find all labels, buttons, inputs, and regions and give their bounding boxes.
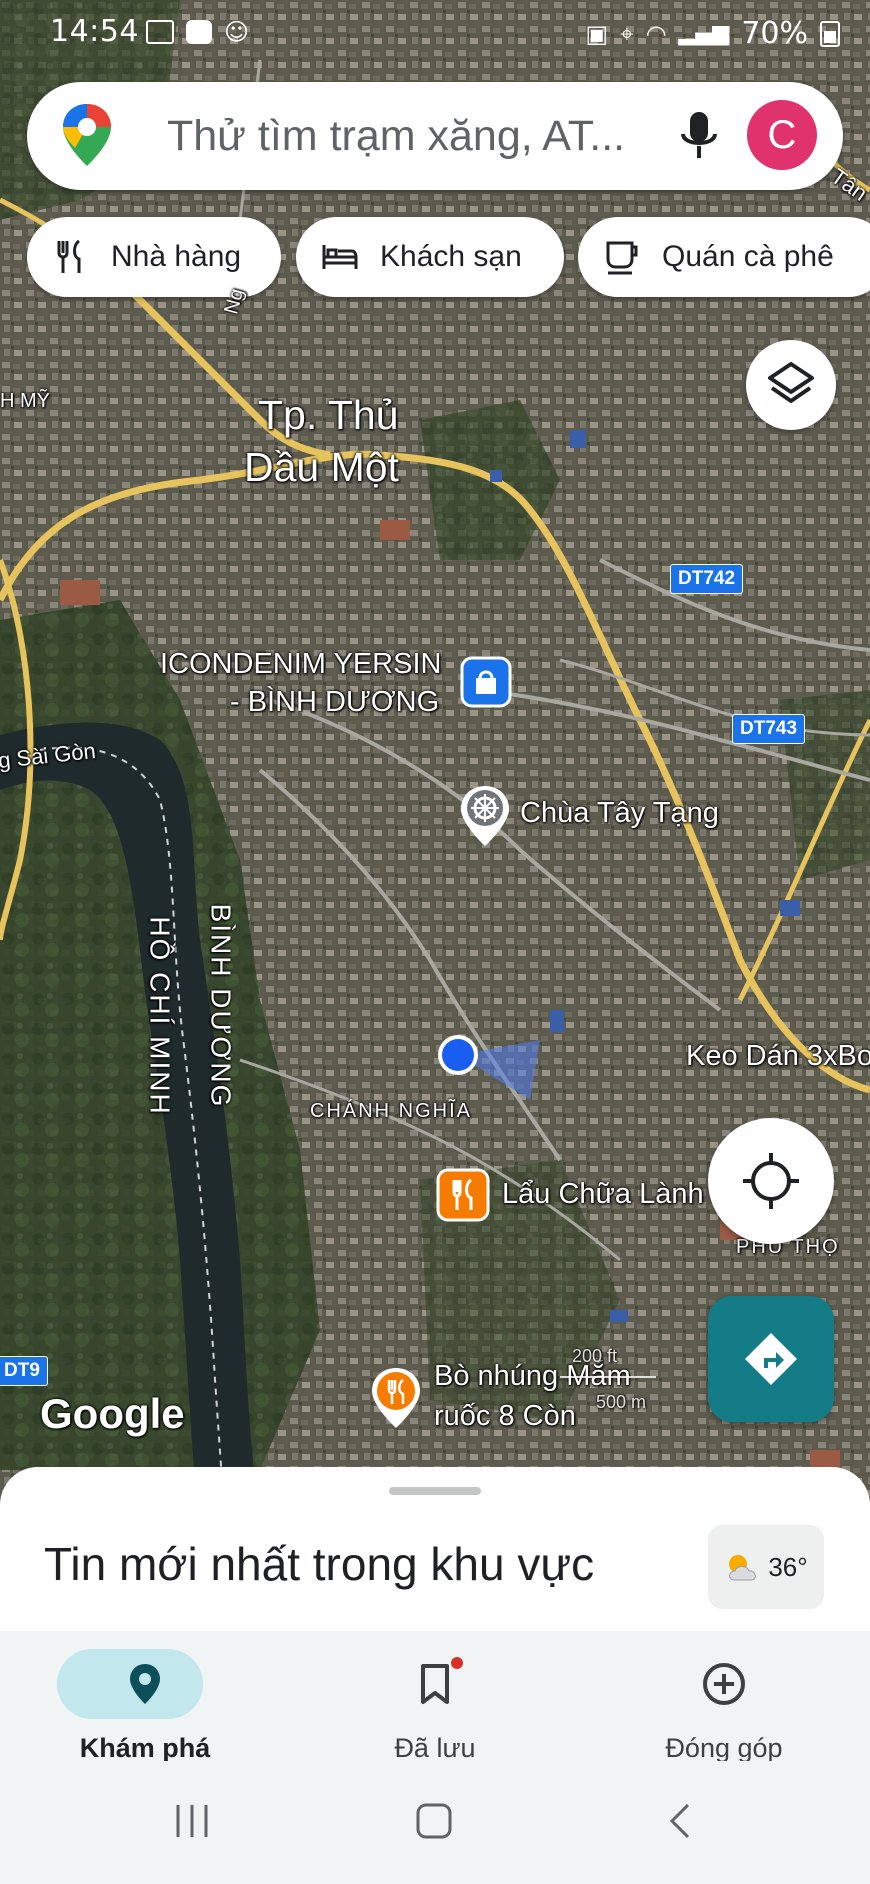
chip-label: Khách sạn <box>380 240 522 273</box>
battery-saver-icon: ▣ <box>585 19 609 48</box>
explore-pin-icon <box>130 1664 160 1704</box>
search-bar[interactable]: Thử tìm trạm xăng, AT... C <box>27 82 843 190</box>
system-status-icons: ▣ ⌖ ◠ ▂▄▆ 70% <box>585 16 840 51</box>
directions-button[interactable] <box>708 1296 834 1422</box>
status-bar: 14:54 ☺ ▣ ⌖ ◠ ▂▄▆ 70% <box>0 0 870 70</box>
microphone-icon[interactable] <box>671 106 727 166</box>
nav-explore[interactable]: Khám phá <box>35 1641 255 1763</box>
temperature: 36° <box>768 1551 808 1582</box>
battery-percent: 70% <box>741 16 808 51</box>
poi-label-keo[interactable]: Keo Dán 3xBo <box>686 1040 870 1073</box>
weather-chip[interactable]: 36° <box>708 1525 824 1609</box>
scale-ft-label: 200 ft <box>572 1346 618 1366</box>
poi-label-icondenim[interactable]: ICONDENIM YERSIN <box>160 648 441 681</box>
accessibility-icon: ☺ <box>224 18 250 46</box>
directions-icon <box>745 1333 797 1385</box>
account-avatar[interactable]: C <box>747 100 817 170</box>
google-logo: Google <box>40 1390 185 1437</box>
map-label-area: H MỸ <box>0 390 50 412</box>
battery-icon <box>820 20 840 47</box>
system-navigation-bar <box>0 1761 870 1884</box>
coffee-icon <box>606 241 638 275</box>
road-shield-dt742: DT742 <box>670 564 744 594</box>
my-location-button[interactable] <box>708 1118 834 1244</box>
back-icon[interactable] <box>660 1801 700 1841</box>
zalo-icon <box>186 20 212 44</box>
status-time: 14:54 <box>50 14 139 49</box>
map-layers-button[interactable] <box>746 340 836 430</box>
poi-label-bo-2[interactable]: ruốc 8 Còn <box>434 1400 576 1433</box>
road-shield-dt743: DT743 <box>732 714 806 744</box>
partly-cloudy-icon <box>729 1555 757 1581</box>
hotel-icon <box>322 245 358 269</box>
bottom-navigation: Khám phá Đã lưu Đóng góp <box>0 1631 870 1763</box>
signal-icon: ▂▄▆ <box>678 21 730 46</box>
bottom-sheet[interactable]: Tin mới nhất trong khu vực 36° <box>0 1467 870 1631</box>
chip-label: Nhà hàng <box>111 240 242 273</box>
nav-contribute[interactable]: Đóng góp <box>614 1641 834 1763</box>
map-label-province-bd: BÌNH DƯƠNG <box>205 903 237 1109</box>
chip-cafes[interactable]: Quán cà phê <box>578 217 870 297</box>
nav-label: Khám phá <box>79 1733 211 1763</box>
restaurant-icon <box>57 239 81 273</box>
location-icon: ⌖ <box>620 19 634 48</box>
scale-bar <box>560 1376 656 1378</box>
poi-label-icondenim-2[interactable]: - BÌNH DƯƠNG <box>230 686 439 719</box>
map-label-city-2: Dầu Một <box>244 444 399 490</box>
wifi-icon: ◠ <box>645 19 667 48</box>
home-icon[interactable] <box>414 1801 454 1841</box>
search-placeholder[interactable]: Thử tìm trạm xăng, AT... <box>167 112 625 161</box>
recent-apps-icon[interactable] <box>172 1801 212 1841</box>
restaurant-pin-icon[interactable] <box>436 1168 490 1222</box>
add-circle-icon <box>703 1663 745 1705</box>
map-scale: 200 ft 500 m <box>560 1346 660 1412</box>
google-maps-pin-icon <box>63 104 111 166</box>
chip-hotels[interactable]: Khách sạn <box>296 217 564 297</box>
chip-label: Quán cà phê <box>662 240 834 273</box>
shopping-bag-icon[interactable] <box>460 656 512 708</box>
temple-icon[interactable] <box>458 784 512 848</box>
sheet-drag-handle[interactable] <box>389 1487 481 1495</box>
nav-saved[interactable]: Đã lưu <box>325 1641 545 1763</box>
bookmark-icon <box>421 1664 449 1704</box>
map-label-province-hcm: HỒ CHÍ MINH <box>144 916 176 1116</box>
nav-label: Đã lưu <box>394 1733 476 1763</box>
poi-label-lau[interactable]: Lẩu Chữa Lành <box>502 1178 704 1211</box>
nav-label: Đóng góp <box>665 1733 783 1763</box>
restaurant-pin-icon[interactable] <box>370 1366 422 1430</box>
district-label-chanh-nghia: CHÁNH NGHĨA <box>310 1100 473 1122</box>
road-shield-dt9: DT9 <box>0 1356 48 1386</box>
gallery-icon <box>146 20 174 44</box>
notification-icons: ☺ <box>146 18 249 46</box>
scale-m-label: 500 m <box>596 1392 647 1412</box>
poi-label-chua[interactable]: Chùa Tây Tạng <box>520 797 719 830</box>
notification-dot <box>451 1657 463 1669</box>
chip-restaurants[interactable]: Nhà hàng <box>27 217 281 297</box>
layers-icon <box>768 362 814 403</box>
crosshair-icon <box>743 1153 799 1209</box>
sheet-title: Tin mới nhất trong khu vực <box>44 1538 595 1590</box>
map-label-city: Tp. Thủ <box>258 392 399 438</box>
